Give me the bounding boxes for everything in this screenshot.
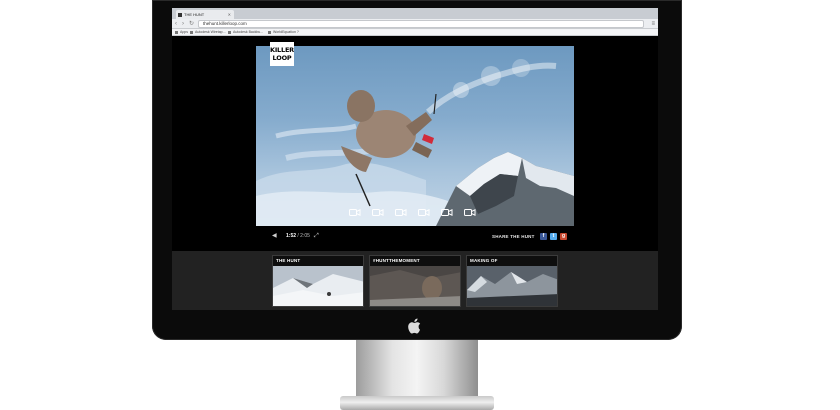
camera-angle-selector [349, 208, 479, 218]
bookmark-item[interactable]: Autodesk Backbu... [228, 30, 263, 35]
bookmark-item[interactable]: WorldEquation ? [268, 30, 299, 35]
tab-close-icon[interactable]: ✕ [228, 10, 231, 19]
camera-angle-icon[interactable] [372, 208, 384, 217]
bookmarks-bar: Apps Autodesk Wiretap... Autodesk Backbu… [172, 29, 658, 36]
monitor-stand-foot [340, 396, 494, 410]
monitor-stand-neck [356, 340, 478, 400]
bookmark-label: Autodesk Backbu... [233, 30, 264, 34]
share-label: SHARE THE HUNT [492, 234, 535, 239]
thumbnail-image [467, 266, 557, 306]
total-time: / 2:05 [297, 233, 310, 239]
bookmark-label: Autodesk Wiretap... [195, 30, 226, 34]
browser-toolbar: ‹ › ↻ thehunt.killerloop.com ≡ [172, 19, 658, 29]
thumbnail-making-of[interactable]: MAKING OF [466, 255, 558, 307]
thumbnail-title: #HUNTTHEMOMENT [370, 256, 460, 266]
back-arrow-icon[interactable]: ‹ [175, 20, 177, 28]
tab-favicon-icon [178, 12, 182, 17]
playback-time: 1:52 / 2:05 [286, 232, 310, 241]
camera-angle-icon[interactable] [395, 208, 407, 217]
bookmark-item[interactable]: Apps [175, 30, 188, 35]
browser-tab-bar: THE HUNT ✕ [172, 8, 658, 19]
player-controls: ◀ 1:52 / 2:05 ⤢ SHARE THE HUNT f t g [256, 230, 574, 244]
bookmark-item[interactable]: Autodesk Wiretap... [190, 30, 226, 35]
bookmark-favicon-icon [268, 31, 271, 34]
camera-angle-icon[interactable] [464, 208, 476, 217]
apple-logo-icon [408, 318, 422, 334]
web-page: KILLER LOOP ◀ 1:52 / 2:05 ⤢ SHARE THE HU… [172, 36, 658, 310]
thumbnail-title: THE HUNT [273, 256, 363, 266]
thumbnail-the-hunt[interactable]: THE HUNT [272, 255, 364, 307]
google-plus-icon[interactable]: g [560, 233, 567, 240]
thumbnail-image [273, 266, 363, 306]
tab-title: THE HUNT [184, 12, 205, 17]
fullscreen-icon[interactable]: ⤢ [314, 232, 319, 241]
camera-angle-icon[interactable] [418, 208, 430, 217]
apps-icon [175, 31, 178, 34]
current-time: 1:52 [286, 233, 297, 239]
video-frame-image [256, 59, 574, 226]
browser-menu-icon[interactable]: ≡ [651, 20, 655, 28]
logo-line-1: KILLER [270, 46, 294, 54]
thumbnail-title: MAKING OF [467, 256, 557, 266]
video-thumbnail-strip: THE HUNT #HUNTTHEMOMENT MAKING OF [172, 251, 658, 310]
video-player[interactable] [256, 46, 574, 226]
thumbnail-image [370, 266, 460, 306]
camera-angle-icon[interactable] [349, 208, 361, 217]
bookmark-favicon-icon [190, 31, 193, 34]
address-url: thehunt.killerloop.com [203, 21, 247, 26]
forward-arrow-icon[interactable]: › [182, 20, 184, 28]
bookmark-label: Apps [180, 30, 188, 34]
camera-angle-icon[interactable] [441, 208, 453, 217]
bookmark-label: WorldEquation ? [273, 30, 299, 34]
killerloop-logo[interactable]: KILLER LOOP [270, 42, 294, 66]
facebook-icon[interactable]: f [540, 233, 547, 240]
bookmark-favicon-icon [228, 31, 231, 34]
logo-line-2: LOOP [272, 54, 292, 62]
address-bar[interactable]: thehunt.killerloop.com [198, 20, 644, 28]
reload-icon[interactable]: ↻ [189, 20, 194, 28]
thumbnail-hunt-the-moment[interactable]: #HUNTTHEMOMENT [369, 255, 461, 307]
previous-arrow-icon[interactable]: ◀ [272, 232, 277, 239]
browser-tab[interactable]: THE HUNT ✕ [176, 10, 234, 19]
twitter-icon[interactable]: t [550, 233, 557, 240]
screen: THE HUNT ✕ ‹ › ↻ thehunt.killerloop.com … [172, 8, 658, 310]
